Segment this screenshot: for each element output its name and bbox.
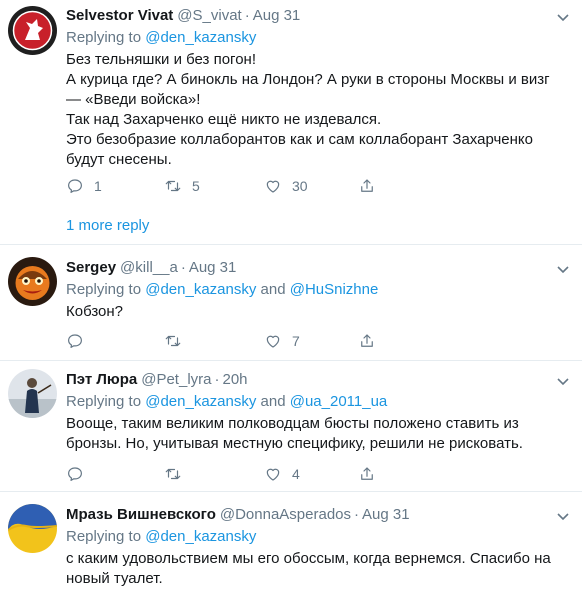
- reply-count: 1: [94, 178, 102, 194]
- reply-button[interactable]: [66, 464, 94, 484]
- mention-link[interactable]: @den_kazansky: [145, 528, 256, 545]
- replying-to: Replying to @den_kazansky and @ua_2011_u…: [66, 393, 388, 410]
- author-name[interactable]: Мразь Вишневского: [66, 506, 216, 523]
- author-handle[interactable]: @Pet_lyra: [141, 371, 211, 388]
- retweet-icon: [165, 335, 181, 347]
- tweet-reply[interactable]: Selvestor Vivat @S_vivat · Aug 31 Replying …: [0, 0, 582, 242]
- chevron-down-icon[interactable]: [556, 10, 570, 24]
- retweet-icon: [165, 180, 181, 192]
- avatar[interactable]: [8, 369, 57, 418]
- heart-icon: [266, 335, 280, 348]
- separator-dot: ·: [180, 259, 186, 276]
- avatar[interactable]: [8, 504, 57, 553]
- like-count: 7: [292, 333, 300, 349]
- reply-icon: [68, 334, 82, 348]
- retweet-button[interactable]: [164, 331, 192, 351]
- chevron-down-icon[interactable]: [556, 262, 570, 276]
- tweet-reply[interactable]: Мразь Вишневского @DonnaAsperados · Aug 31 …: [0, 492, 582, 594]
- mention-link[interactable]: @den_kazansky: [145, 393, 256, 410]
- reply-button[interactable]: [66, 331, 94, 351]
- timestamp[interactable]: Aug 31: [253, 7, 301, 24]
- tweet-actions: 1 5 30: [66, 176, 396, 196]
- retweet-button[interactable]: 5: [164, 176, 200, 196]
- chevron-down-icon[interactable]: [556, 374, 570, 388]
- replying-to: Replying to @den_kazansky: [66, 528, 257, 545]
- author-name[interactable]: Sergey: [66, 259, 116, 276]
- author-handle[interactable]: @kill__a: [120, 259, 178, 276]
- timestamp[interactable]: Aug 31: [362, 506, 410, 523]
- share-icon: [361, 334, 373, 347]
- timestamp[interactable]: Aug 31: [189, 259, 237, 276]
- tweet-text: Без тельняшки и без погон! А курица где?…: [66, 51, 550, 168]
- like-button[interactable]: 4: [264, 464, 300, 484]
- retweet-button[interactable]: [164, 464, 192, 484]
- retweet-icon: [165, 468, 181, 480]
- reply-icon: [68, 179, 82, 193]
- like-count: 4: [292, 466, 300, 482]
- more-replies-link[interactable]: 1 more reply: [66, 216, 149, 236]
- like-count: 30: [292, 178, 308, 194]
- share-icon: [361, 467, 373, 480]
- retweet-count: 5: [192, 178, 200, 194]
- replying-to: Replying to @den_kazansky and @HuSnizhne: [66, 281, 379, 298]
- author-name[interactable]: Пэт Люра: [66, 371, 137, 388]
- mention-link[interactable]: @ua_2011_ua: [290, 393, 388, 410]
- author-handle[interactable]: @S_vivat: [177, 7, 241, 24]
- mention-link[interactable]: @HuSnizhne: [290, 281, 379, 298]
- tweet-reply[interactable]: Sergey @kill__a · Aug 31 Replying to @den_k…: [0, 245, 582, 360]
- tweet-text: с каким удовольствием мы его обоссым, ко…: [66, 550, 551, 587]
- tweet-reply[interactable]: Пэт Люра @Pet_lyra · 20h Replying to @den_k…: [0, 361, 582, 491]
- like-button[interactable]: 7: [264, 331, 300, 351]
- share-button[interactable]: [358, 464, 376, 484]
- replying-to: Replying to @den_kazansky: [66, 29, 257, 46]
- tweet-actions: 4: [66, 464, 396, 484]
- heart-icon: [266, 468, 280, 481]
- like-button[interactable]: 30: [264, 176, 308, 196]
- share-button[interactable]: [358, 331, 376, 351]
- reply-button[interactable]: 1: [66, 176, 102, 196]
- separator-dot: ·: [244, 7, 250, 24]
- timestamp[interactable]: 20h: [223, 371, 248, 388]
- avatar[interactable]: [8, 257, 57, 306]
- separator-dot: ·: [214, 371, 220, 388]
- avatar[interactable]: [8, 6, 57, 55]
- share-button[interactable]: [358, 176, 376, 196]
- author-handle[interactable]: @DonnaAsperados: [220, 506, 351, 523]
- reply-icon: [68, 467, 82, 481]
- chevron-down-icon[interactable]: [556, 509, 570, 523]
- author-name[interactable]: Selvestor Vivat: [66, 7, 173, 24]
- separator-dot: ·: [354, 506, 360, 523]
- tweet-text: Вооще, таким великим полководцам бюсты п…: [66, 415, 523, 452]
- mention-link[interactable]: @den_kazansky: [145, 29, 256, 46]
- tweet-actions: 7: [66, 331, 396, 351]
- mention-link[interactable]: @den_kazansky: [145, 281, 256, 298]
- share-icon: [361, 179, 373, 192]
- tweet-text: Кобзон?: [66, 303, 124, 320]
- heart-icon: [266, 180, 280, 193]
